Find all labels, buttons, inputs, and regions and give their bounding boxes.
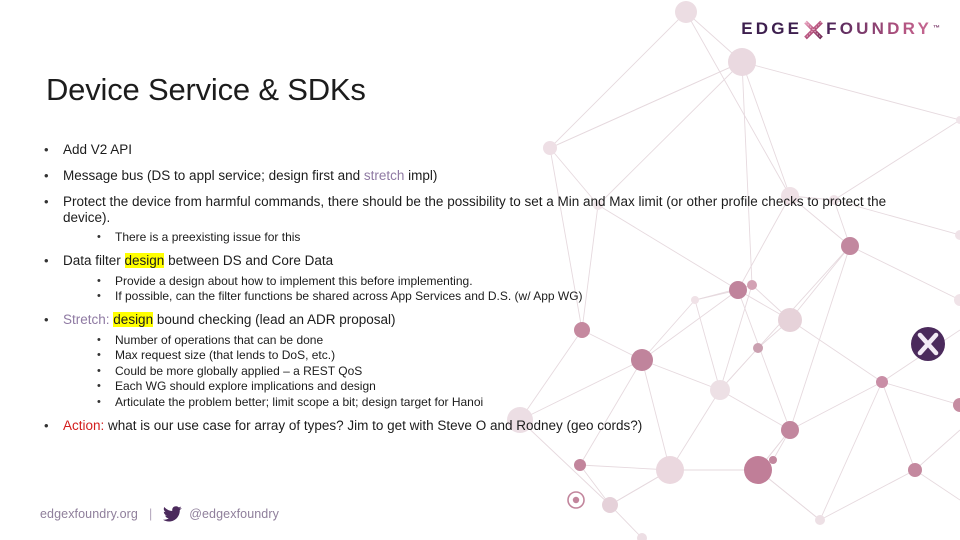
bullet-marker: • bbox=[97, 364, 101, 377]
bullet-span: Add V2 API bbox=[63, 142, 133, 157]
footer-website-link[interactable]: edgexfoundry.org bbox=[40, 507, 138, 521]
bullet-level-2: • Each WG should explore implications and… bbox=[44, 379, 924, 393]
bullet-text: Data filter design between DS and Core D… bbox=[63, 253, 924, 269]
bullet-span: what is our use case for array of types?… bbox=[104, 417, 643, 433]
bullet-level-1: • Message bus (DS to appl service; design… bbox=[44, 168, 924, 184]
bullet-level-1: • Action: what is our use case for array … bbox=[44, 418, 924, 434]
footer: edgexfoundry.org | @edgexfoundry bbox=[40, 506, 279, 522]
bullet-text: Each WG should explore implications and … bbox=[115, 379, 924, 393]
bullet-span: Protect the device from harmful commands… bbox=[63, 194, 887, 225]
bullet-marker: • bbox=[97, 290, 101, 302]
bullet-marker: • bbox=[97, 380, 101, 392]
bullet-span-stretch: stretch bbox=[363, 168, 405, 183]
bullet-span: Each WG should explore implications and … bbox=[115, 379, 376, 393]
footer-twitter-handle[interactable]: @edgexfoundry bbox=[189, 507, 279, 521]
logo-trademark-symbol: ™ bbox=[933, 25, 940, 32]
bullet-level-2: • Articulate the problem better; limit sc… bbox=[44, 395, 924, 409]
bullet-span-highlight: design bbox=[113, 312, 154, 327]
logo-x-icon bbox=[803, 20, 824, 40]
bullet-span: Provide a design about how to implement … bbox=[115, 273, 473, 288]
bullet-marker: • bbox=[97, 333, 101, 346]
bullet-span: impl) bbox=[404, 168, 438, 183]
slide-body-bullet-list: • Add V2 API • Message bus (DS to appl serv… bbox=[44, 142, 924, 444]
bullet-text: Message bus (DS to appl service; design … bbox=[63, 168, 924, 184]
bullet-level-1: • Add V2 API bbox=[44, 142, 924, 158]
bullet-span-stretch: Stretch: bbox=[63, 312, 110, 327]
bullet-level-2: • Max request size (that lends to DoS, et… bbox=[44, 348, 924, 362]
bullet-marker: • bbox=[44, 312, 49, 327]
bullet-level-2: • Provide a design about how to implement… bbox=[44, 274, 924, 288]
bullet-marker: • bbox=[44, 253, 49, 268]
logo-edge-text: EDGE bbox=[741, 18, 803, 38]
bullet-text: Action: what is our use case for array o… bbox=[63, 418, 924, 434]
bullet-text: Number of operations that can be done bbox=[115, 333, 924, 347]
bullet-level-2: • There is a preexisting issue for this bbox=[44, 230, 924, 244]
bullet-level-1: • Protect the device from harmful command… bbox=[44, 194, 924, 225]
bullet-span: bound checking (lead an ADR proposal) bbox=[153, 312, 396, 327]
bullet-marker: • bbox=[44, 168, 49, 183]
bullet-span: Data filter bbox=[63, 253, 125, 268]
bullet-span-action: Action: bbox=[63, 417, 105, 433]
bullet-text: Stretch: design bound checking (lead an … bbox=[63, 312, 924, 328]
bullet-span: If possible, can the filter functions be… bbox=[115, 289, 583, 303]
bullet-level-1: • Stretch: design bound checking (lead an… bbox=[44, 312, 924, 328]
bullet-span: Max request size (that lends to DoS, etc… bbox=[115, 348, 336, 362]
footer-separator: | bbox=[148, 507, 153, 521]
logo-wordmark: EDGE FOUNDRY ™ bbox=[741, 18, 940, 39]
bullet-text: There is a preexisting issue for this bbox=[115, 230, 924, 244]
edgex-foundry-logo: EDGE FOUNDRY ™ bbox=[741, 18, 940, 39]
bullet-span: Message bus (DS to appl service; design … bbox=[63, 168, 364, 183]
bullet-marker: • bbox=[44, 194, 49, 209]
bullet-text: Could be more globally applied – a REST … bbox=[115, 364, 924, 378]
bullet-span: between DS and Core Data bbox=[164, 253, 334, 268]
bullet-level-2: • Number of operations that can be done bbox=[44, 333, 924, 347]
bullet-text: Add V2 API bbox=[63, 142, 924, 158]
bullet-marker: • bbox=[97, 395, 101, 408]
bullet-marker: • bbox=[44, 142, 49, 157]
bullet-marker: • bbox=[97, 274, 101, 287]
slide-title: Device Service & SDKs bbox=[46, 72, 366, 107]
bullet-span: Could be more globally applied – a REST … bbox=[115, 363, 363, 378]
bullet-level-2: • If possible, can the filter functions b… bbox=[44, 289, 924, 303]
bullet-marker: • bbox=[97, 349, 101, 361]
bullet-text: If possible, can the filter functions be… bbox=[115, 289, 924, 303]
bullet-text: Provide a design about how to implement … bbox=[115, 274, 924, 288]
bullet-level-2: • Could be more globally applied – a REST… bbox=[44, 364, 924, 378]
bullet-level-1: • Data filter design between DS and Core … bbox=[44, 253, 924, 269]
bullet-span: Articulate the problem better; limit sco… bbox=[115, 394, 484, 409]
bullet-marker: • bbox=[97, 231, 101, 243]
bullet-text: Max request size (that lends to DoS, etc… bbox=[115, 348, 924, 362]
bullet-text: Articulate the problem better; limit sco… bbox=[115, 395, 924, 409]
bullet-text: Protect the device from harmful commands… bbox=[63, 194, 924, 225]
bullet-marker: • bbox=[44, 417, 49, 433]
bullet-span: Number of operations that can be done bbox=[115, 332, 324, 347]
logo-foundry-text: FOUNDRY bbox=[826, 18, 932, 38]
twitter-bird-icon bbox=[163, 506, 182, 522]
bullet-span: There is a preexisting issue for this bbox=[115, 230, 301, 244]
bullet-span-highlight: design bbox=[124, 253, 165, 268]
